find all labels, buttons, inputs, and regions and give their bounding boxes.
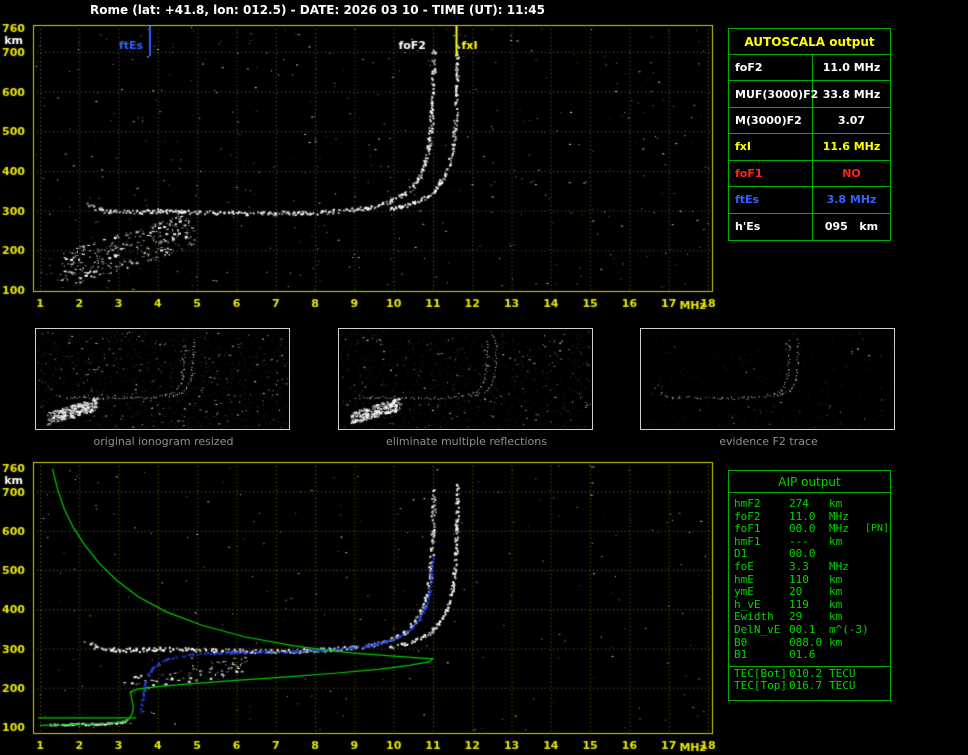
aip-name: hmF2 xyxy=(734,497,761,510)
param-label: ftEs xyxy=(729,187,813,213)
aip-row: foF1 00.0 MHz [PN] xyxy=(729,523,890,536)
aip-value: 00.1 xyxy=(789,622,816,636)
table-row: ftEs 3.8 MHz xyxy=(729,187,890,214)
aip-name: foE xyxy=(734,559,754,573)
aip-value: 3.3 xyxy=(789,559,809,573)
aip-unit: MHz xyxy=(829,522,849,536)
aip-name: TEC[Top] xyxy=(734,678,787,692)
aip-title: AIP output xyxy=(729,471,890,493)
aip-name: ymE xyxy=(734,585,754,599)
table-row: h'Es 095 km xyxy=(729,213,890,240)
aip-value: 274 xyxy=(789,497,809,510)
aip-row: B1 01.6 xyxy=(729,649,890,662)
table-row: foF2 11.0 MHz xyxy=(729,55,890,82)
param-value: 095 km xyxy=(824,220,879,234)
aip-name: B1 xyxy=(734,648,748,662)
thumbnail-canvas xyxy=(36,329,289,429)
param-label: fxI xyxy=(729,134,813,160)
aip-unit: km xyxy=(829,585,843,599)
param-label: M(3000)F2 xyxy=(729,107,813,134)
thumbnail-caption: original ionogram resized xyxy=(93,435,234,448)
aip-row: ymE 20 km xyxy=(729,586,890,599)
aip-panel: AIP output hmF2 274 km foF2 11.0 MHz foF1 00.… xyxy=(728,470,891,701)
aip-unit: TECU xyxy=(829,678,856,692)
thumbnail-caption: eliminate multiple reflections xyxy=(386,435,547,448)
aip-note: [PN] xyxy=(865,523,890,535)
param-label: MUF(3000)F2 xyxy=(729,81,818,107)
thumbnail-caption: evidence F2 trace xyxy=(719,435,818,448)
thumbnail-original-ionogram xyxy=(35,328,290,430)
thumbnail-canvas xyxy=(641,329,894,429)
aip-row: DelN_vE 00.1 m^(-3) xyxy=(729,622,890,637)
aip-value: 00.0 xyxy=(789,522,816,536)
table-row: M(3000)F2 3.07 xyxy=(729,107,890,135)
thumbnail-f2-trace xyxy=(640,328,895,430)
autoscala-title: AUTOSCALA output xyxy=(729,29,890,55)
aip-unit: km xyxy=(829,635,843,649)
thumbnail-no-multiple-reflections xyxy=(338,328,593,430)
param-label: foF1 xyxy=(729,160,813,187)
thumbnail-canvas xyxy=(339,329,592,429)
aip-unit: km xyxy=(829,497,843,510)
aip-name: DelN_vE xyxy=(734,622,781,636)
table-row: MUF(3000)F2 33.8 MHz xyxy=(729,81,890,108)
aip-unit: km xyxy=(829,534,843,548)
aip-unit: MHz xyxy=(829,559,849,573)
param-value: NO xyxy=(842,166,861,180)
window-title: Rome (lat: +41.8, lon: 012.5) - DATE: 20… xyxy=(90,3,545,17)
aip-value: 01.6 xyxy=(789,648,816,662)
aip-rows: hmF2 274 km foF2 11.0 MHz foF1 00.0 MHz [PN] hm… xyxy=(729,493,890,692)
aip-value: 20 xyxy=(789,585,803,599)
param-value: 11.0 MHz xyxy=(822,61,881,75)
param-value: 11.6 MHz xyxy=(822,140,881,154)
table-row: fxI 11.6 MHz xyxy=(729,134,890,161)
aip-row: TEC[Top] 016.7 TECU xyxy=(729,678,890,693)
param-value: 3.8 MHz xyxy=(826,193,877,207)
table-row: foF1 NO xyxy=(729,160,890,188)
autoscala-panel: AUTOSCALA output foF2 11.0 MHz MUF(3000)… xyxy=(728,28,891,241)
ionogram-app-window: Rome (lat: +41.8, lon: 012.5) - DATE: 20… xyxy=(0,0,968,755)
aip-value: 016.7 xyxy=(789,678,823,692)
aip-name: foF1 xyxy=(734,522,761,536)
param-value: 3.07 xyxy=(837,114,866,128)
aip-row: foE 3.3 MHz xyxy=(729,559,890,574)
param-label: foF2 xyxy=(729,55,813,81)
param-value: 33.8 MHz xyxy=(822,87,881,101)
top-ionogram-canvas xyxy=(0,16,724,326)
aip-unit: m^(-3) xyxy=(829,622,869,636)
bottom-ionogram-canvas xyxy=(0,455,724,755)
param-label: h'Es xyxy=(729,213,813,240)
aip-row: TEC[Bot] 010.2 TECU xyxy=(729,665,890,680)
aip-row: hmF2 274 km xyxy=(729,497,890,511)
